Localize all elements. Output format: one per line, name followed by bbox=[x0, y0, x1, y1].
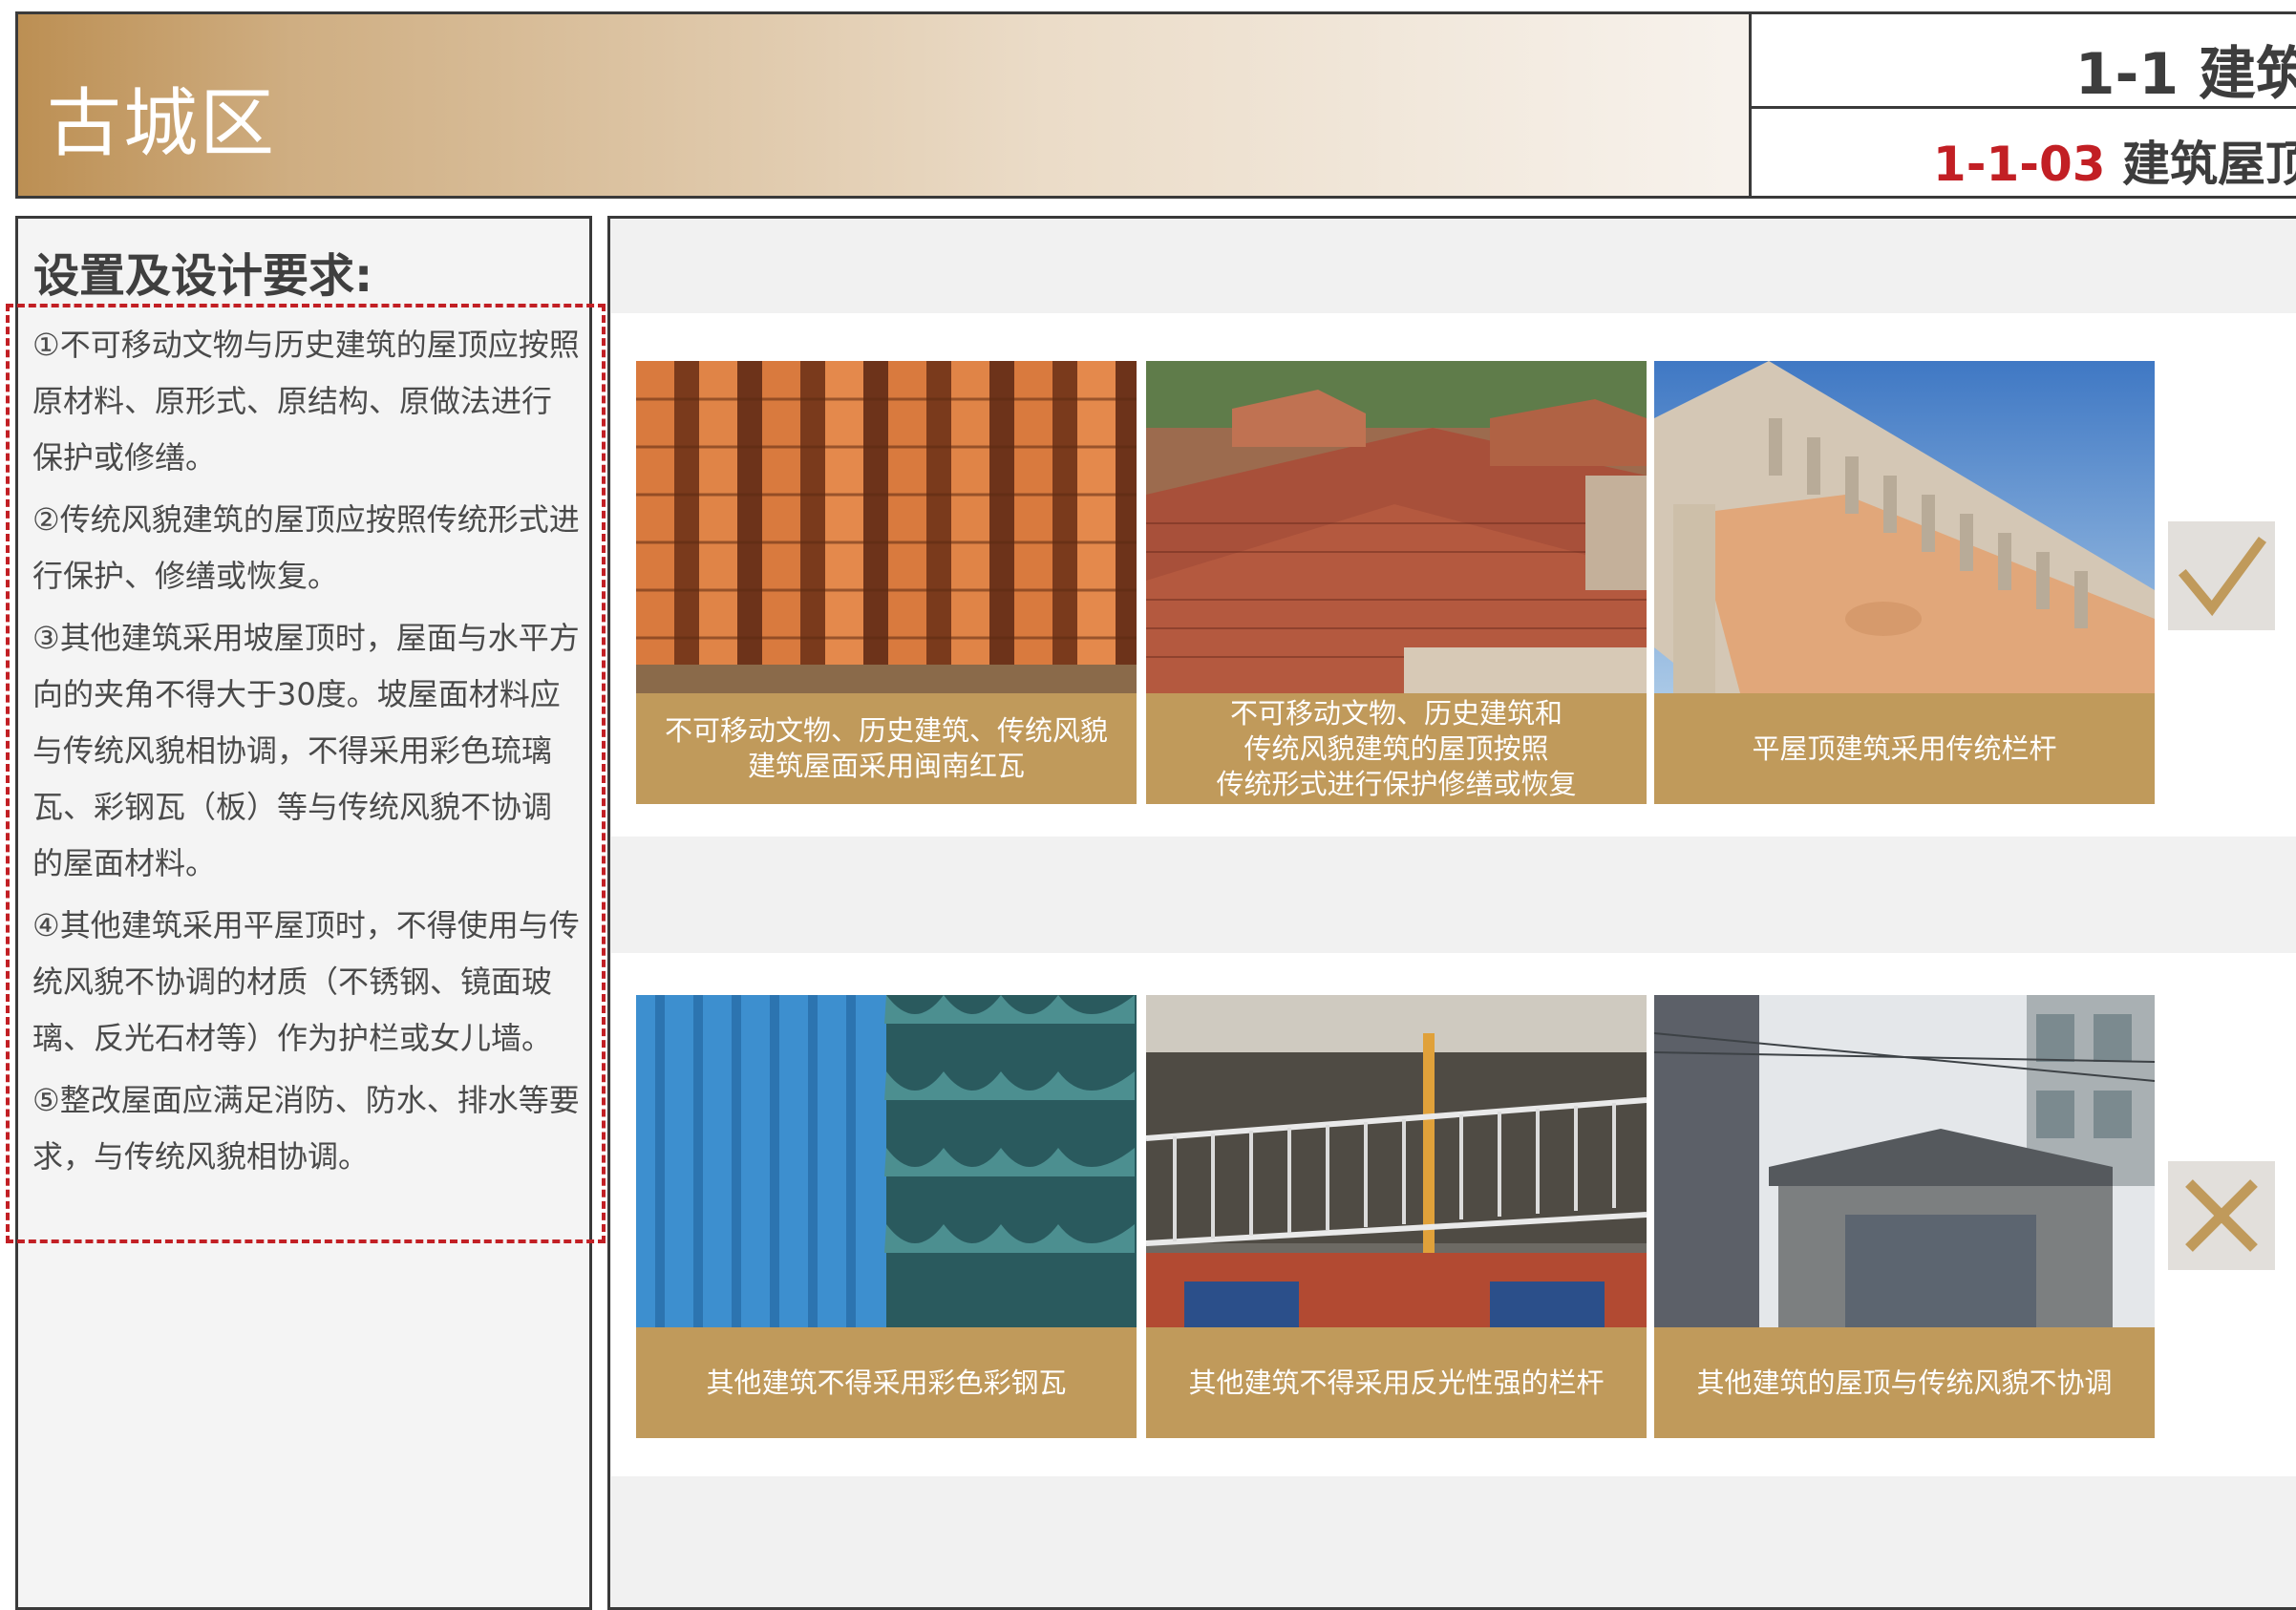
traditional-rooftops-photo bbox=[1146, 361, 1647, 693]
traditional-balustrade-photo bbox=[1654, 361, 2155, 693]
example-caption: 平屋顶建筑采用传统栏杆 bbox=[1654, 693, 2155, 804]
approved-verdict bbox=[2168, 521, 2275, 630]
header-title-block: 1-1 建筑 1-1-03 建筑屋顶 bbox=[1749, 14, 2296, 196]
sub-title-text: 建筑屋顶 bbox=[2122, 137, 2296, 192]
example-caption: 其他建筑的屋顶与传统风貌不协调 bbox=[1654, 1327, 2155, 1438]
district-name: 古城区 bbox=[47, 81, 277, 167]
section-title-row: 1-1 建筑 bbox=[1752, 14, 2296, 109]
example-card-bad-3: 其他建筑的屋顶与传统风貌不协调 bbox=[1654, 995, 2155, 1438]
example-card-bad-2: 其他建筑不得采用反光性强的栏杆 bbox=[1146, 995, 1647, 1438]
check-mark-icon bbox=[2178, 537, 2266, 617]
sub-title: 1-1-03 建筑屋顶 bbox=[1933, 126, 2296, 195]
requirement-item-4: ④其他建筑采用平屋顶时，不得使用与传统风貌不协调的材质（不锈钢、镜面玻璃、反光石… bbox=[32, 907, 580, 1056]
example-caption: 其他建筑不得采用反光性强的栏杆 bbox=[1146, 1327, 1647, 1438]
incongruous-roof-photo bbox=[1654, 995, 2155, 1327]
page-header: 古城区 1-1 建筑 1-1-03 建筑屋顶 bbox=[15, 11, 2296, 199]
example-card-bad-1: 其他建筑不得采用彩色彩钢瓦 bbox=[636, 995, 1137, 1438]
red-tile-roof-photo bbox=[636, 361, 1137, 693]
requirement-item-1: ①不可移动文物与历史建筑的屋顶应按照原材料、原形式、原结构、原做法进行保护或修缮… bbox=[32, 327, 580, 476]
requirement-item-2: ②传统风貌建筑的屋顶应按照传统形式进行保护、修缮或恢复。 bbox=[32, 501, 580, 594]
requirement-item-3: ③其他建筑采用坡屋顶时，屋面与水平方向的夹角不得大于30度。坡屋面材料应与传统风… bbox=[32, 620, 580, 881]
colored-steel-tile-photo bbox=[636, 995, 1137, 1327]
example-caption: 其他建筑不得采用彩色彩钢瓦 bbox=[636, 1327, 1137, 1438]
requirements-list: ①不可移动文物与历史建筑的屋顶应按照原材料、原形式、原结构、原做法进行保护或修缮… bbox=[32, 317, 581, 1191]
example-card-good-1: 不可移动文物、历史建筑、传统风貌 建筑屋面采用闽南红瓦 bbox=[636, 361, 1137, 804]
sub-title-row: 1-1-03 建筑屋顶 bbox=[1752, 109, 2296, 199]
requirement-item-5: ⑤整改屋面应满足消防、防水、排水等要求，与传统风貌相协调。 bbox=[32, 1082, 580, 1175]
rejected-verdict bbox=[2168, 1161, 2275, 1270]
example-card-good-2: 不可移动文物、历史建筑和 传统风貌建筑的屋顶按照 传统形式进行保护修缮或恢复 bbox=[1146, 361, 1647, 804]
section-title: 1-1 建筑 bbox=[2074, 41, 2296, 108]
reflective-railing-photo bbox=[1146, 995, 1647, 1327]
sub-title-code: 1-1-03 bbox=[1932, 137, 2106, 192]
example-caption: 不可移动文物、历史建筑、传统风貌 建筑屋面采用闽南红瓦 bbox=[636, 693, 1137, 804]
requirements-heading: 设置及设计要求: bbox=[33, 249, 373, 303]
example-card-good-3: 平屋顶建筑采用传统栏杆 bbox=[1654, 361, 2155, 804]
example-caption: 不可移动文物、历史建筑和 传统风貌建筑的屋顶按照 传统形式进行保护修缮或恢复 bbox=[1146, 693, 1647, 804]
cross-mark-icon bbox=[2185, 1179, 2258, 1252]
